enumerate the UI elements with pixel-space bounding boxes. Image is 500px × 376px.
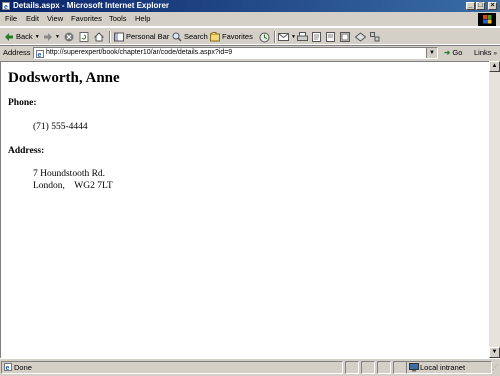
menu-bar: File Edit View Favorites Tools Help	[0, 12, 500, 27]
address-dropdown-button[interactable]: ▼	[426, 48, 437, 58]
home-button[interactable]	[94, 31, 106, 43]
search-label: Search	[184, 32, 208, 41]
favorites-label: Favorites	[222, 32, 253, 41]
personal-bar-icon	[114, 32, 124, 42]
status-bar: e Done Local intranet ⋰	[0, 358, 500, 376]
back-label: Back	[16, 32, 33, 41]
toolbar-separator	[109, 31, 111, 43]
chevron-down-icon: ▼	[55, 34, 60, 40]
vertical-scrollbar[interactable]: ▲ ▼	[489, 61, 500, 358]
print-icon	[297, 32, 308, 41]
search-button[interactable]: Search	[172, 31, 208, 43]
chevron-down-icon: ▼	[291, 34, 296, 40]
page-done-icon: e	[4, 363, 12, 371]
menu-help[interactable]: Help	[135, 14, 150, 23]
status-cell-empty	[361, 361, 375, 374]
personal-bar-button[interactable]: Personal Bar	[114, 31, 169, 43]
tools-extra-button[interactable]	[370, 31, 382, 43]
phone-value: (71) 555-4444	[33, 122, 88, 132]
minimize-button[interactable]: _	[466, 2, 475, 10]
discuss-icon	[326, 32, 335, 42]
status-cell-empty	[345, 361, 359, 374]
maximize-button[interactable]: □	[476, 2, 485, 10]
stop-icon	[64, 32, 74, 42]
zone-cell: Local intranet	[406, 361, 492, 374]
go-arrow-icon: ➜	[444, 48, 451, 57]
address-line-1: 7 Houndstooth Rd.	[33, 169, 106, 179]
address-line-2: London, WG2 7LT	[33, 181, 113, 191]
address-label: Address	[3, 48, 31, 57]
status-cell-empty	[377, 361, 391, 374]
scroll-up-button[interactable]: ▲	[489, 61, 500, 72]
personal-bar-label: Personal Bar	[126, 32, 170, 41]
page-content: Dodsworth, Anne Phone: (71) 555-4444 Add…	[0, 61, 489, 358]
messenger-icon	[340, 32, 350, 42]
menu-tools[interactable]: Tools	[109, 14, 127, 23]
go-button[interactable]: ➜ Go	[444, 48, 462, 57]
edit-button[interactable]	[312, 31, 324, 43]
history-button[interactable]	[259, 31, 272, 43]
close-button[interactable]: ×	[488, 2, 497, 10]
status-text: Done	[14, 363, 32, 372]
puzzle-icon	[370, 32, 380, 42]
chevron-down-icon: ▼	[34, 34, 40, 40]
window-title: Details.aspx - Microsoft Internet Explor…	[13, 1, 170, 10]
svg-text:e: e	[38, 52, 42, 58]
status-text-cell: e Done	[1, 361, 343, 374]
page-icon: e	[36, 50, 44, 58]
windows-logo-icon	[478, 13, 496, 26]
stop-button[interactable]	[64, 31, 76, 43]
refresh-button[interactable]	[79, 31, 91, 43]
chevron-right-icon: »	[493, 51, 497, 57]
back-arrow-icon	[5, 33, 13, 41]
svg-text:e: e	[6, 365, 10, 371]
mail-button[interactable]: ▼	[278, 31, 296, 43]
contact-name-heading: Dodsworth, Anne	[8, 70, 120, 86]
address-label-heading: Address:	[8, 146, 45, 156]
resize-grip-icon[interactable]: ⋰	[492, 364, 499, 374]
title-bar: e Details.aspx - Microsoft Internet Expl…	[0, 0, 500, 12]
research-icon	[355, 32, 366, 42]
menu-edit[interactable]: Edit	[26, 14, 39, 23]
back-button[interactable]: Back ▼	[4, 31, 40, 43]
favorites-icon	[210, 32, 220, 42]
research-button[interactable]	[355, 31, 368, 43]
address-bar: Address e http://superexpert/book/chapte…	[0, 44, 500, 62]
phone-label: Phone:	[8, 98, 37, 108]
address-input[interactable]: e http://superexpert/book/chapter10/ar/c…	[33, 47, 438, 59]
search-icon	[172, 32, 182, 42]
toolbar-separator	[274, 31, 276, 43]
menu-file[interactable]: File	[5, 14, 17, 23]
scroll-down-button[interactable]: ▼	[489, 347, 500, 358]
zone-text: Local intranet	[420, 363, 466, 372]
menu-favorites[interactable]: Favorites	[71, 14, 102, 23]
mail-icon	[278, 33, 289, 41]
links-button[interactable]: Links »	[474, 48, 497, 57]
favorites-button[interactable]: Favorites	[210, 31, 253, 43]
refresh-icon	[79, 32, 89, 42]
discuss-button[interactable]	[326, 31, 338, 43]
print-button[interactable]	[297, 31, 310, 43]
forward-button[interactable]: ▼	[43, 31, 60, 43]
home-icon	[94, 32, 104, 42]
forward-arrow-icon	[44, 33, 52, 41]
menu-view[interactable]: View	[47, 14, 63, 23]
ie-page-icon: e	[2, 2, 10, 10]
status-cell-empty	[393, 361, 407, 374]
messenger-button[interactable]	[340, 31, 352, 43]
svg-text:e: e	[4, 4, 8, 10]
intranet-icon	[409, 363, 419, 372]
edit-icon	[312, 32, 321, 42]
address-url: http://superexpert/book/chapter10/ar/cod…	[46, 49, 233, 56]
go-label: Go	[452, 48, 463, 57]
history-icon	[259, 32, 270, 42]
links-label: Links	[474, 48, 492, 57]
